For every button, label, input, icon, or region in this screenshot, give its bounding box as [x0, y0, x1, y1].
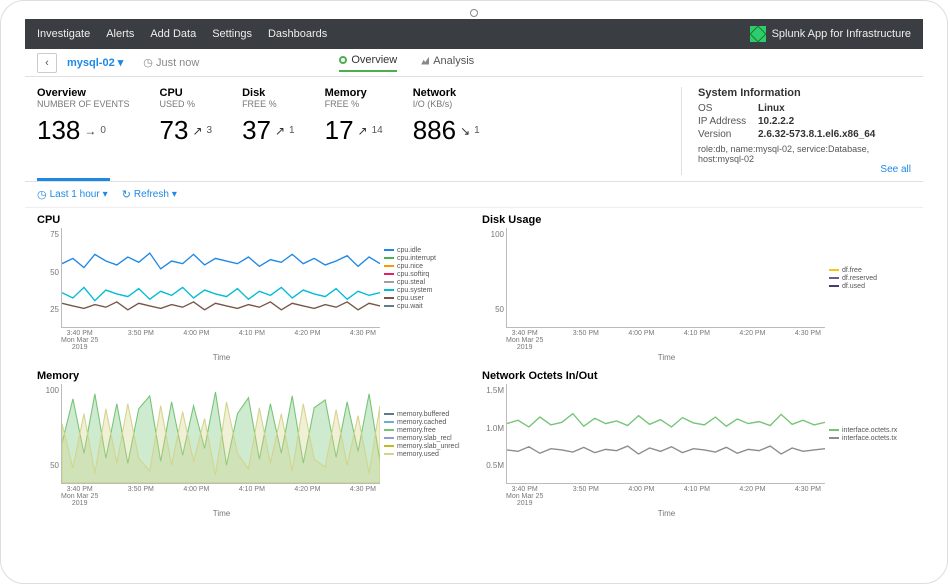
arrow-up-icon: ↗ [192, 124, 202, 138]
arrow-down-icon: ↘ [460, 124, 470, 138]
arrow-right-icon: → [84, 124, 96, 138]
cpu-y-axis: 755025 [37, 228, 61, 328]
chart-memory: Memory 10050 memory.bufferedmemory.cache… [37, 370, 466, 518]
nav-investigate[interactable]: Investigate [37, 28, 90, 40]
net-y-axis: 1.5M1.0M0.5M [482, 384, 506, 484]
metric-network[interactable]: Network I/O (KB/s) 886↘1 [413, 87, 480, 175]
disk-plot-area[interactable] [506, 228, 825, 328]
overview-icon [339, 56, 347, 64]
app-label: Splunk App for Infrastructure [772, 28, 911, 40]
time-range-picker[interactable]: Last 1 hour ▾ [37, 188, 108, 201]
analysis-icon [421, 57, 429, 65]
tab-analysis[interactable]: Analysis [421, 54, 474, 72]
mem-x-axis: 3:40 PMMon Mar 2520193:50 PM4:00 PM4:10 … [37, 486, 466, 507]
metrics-row: Overview NUMBER OF EVENTS 138→0 CPU USED… [25, 77, 923, 182]
arrow-up-icon: ↗ [275, 124, 285, 138]
mem-y-axis: 10050 [37, 384, 61, 484]
refresh-button[interactable]: Refresh ▾ [122, 188, 177, 201]
device-camera [470, 9, 478, 17]
chart-cpu: CPU 755025 cpu.idlecpu.interruptcpu.nice… [37, 214, 466, 362]
metric-disk[interactable]: Disk FREE % 37↗1 [242, 87, 295, 175]
net-plot-area[interactable] [506, 384, 825, 484]
disk-y-axis: 10050 [482, 228, 506, 328]
disk-legend: df.freedf.reserveddf.used [825, 228, 911, 328]
nav-settings[interactable]: Settings [212, 28, 252, 40]
mem-legend: memory.bufferedmemory.cachedmemory.freem… [380, 384, 466, 484]
net-x-axis: 3:40 PMMon Mar 2520193:50 PM4:00 PM4:10 … [482, 486, 911, 507]
clock-icon [37, 188, 47, 201]
arrow-up-icon: ↗ [358, 124, 368, 138]
caret-down-icon: ▾ [118, 57, 124, 69]
back-button[interactable]: ‹ [37, 53, 57, 73]
tab-overview[interactable]: Overview [339, 54, 397, 72]
metric-cpu[interactable]: CPU USED % 73↗3 [160, 87, 213, 175]
disk-x-axis: 3:40 PMMon Mar 2520193:50 PM4:00 PM4:10 … [482, 330, 911, 351]
chart-toolbar: Last 1 hour ▾ Refresh ▾ [25, 182, 923, 208]
system-info-panel: System Information OSLinux IP Address10.… [681, 87, 911, 175]
net-legend: interface.octets.rxinterface.octets.tx [825, 384, 911, 484]
splunk-logo-icon [750, 26, 766, 42]
breadcrumb-host[interactable]: mysql-02 ▾ [67, 56, 123, 69]
cpu-legend: cpu.idlecpu.interruptcpu.nicecpu.softirq… [380, 228, 466, 328]
chart-disk: Disk Usage 10050 df.freedf.reserveddf.us… [482, 214, 911, 362]
cpu-x-axis: 3:40 PMMon Mar 2520193:50 PM4:00 PM4:10 … [37, 330, 466, 351]
see-all-link[interactable]: See all [880, 164, 911, 175]
charts-grid: CPU 755025 cpu.idlecpu.interruptcpu.nice… [25, 208, 923, 524]
mem-plot-area[interactable] [61, 384, 380, 484]
metric-memory[interactable]: Memory FREE % 17↗14 [325, 87, 383, 175]
nav-add-data[interactable]: Add Data [150, 28, 196, 40]
nav-alerts[interactable]: Alerts [106, 28, 134, 40]
timestamp-just-now: ◷ Just now [143, 56, 199, 69]
breadcrumb-bar: ‹ mysql-02 ▾ ◷ Just now Overview Analysi… [25, 49, 923, 77]
app-title[interactable]: Splunk App for Infrastructure [750, 26, 911, 42]
metric-overview[interactable]: Overview NUMBER OF EVENTS 138→0 [37, 87, 130, 175]
cpu-plot-area[interactable] [61, 228, 380, 328]
refresh-icon [122, 188, 131, 201]
top-nav: Investigate Alerts Add Data Settings Das… [25, 19, 923, 49]
nav-dashboards[interactable]: Dashboards [268, 28, 327, 40]
chart-network: Network Octets In/Out 1.5M1.0M0.5M inter… [482, 370, 911, 518]
